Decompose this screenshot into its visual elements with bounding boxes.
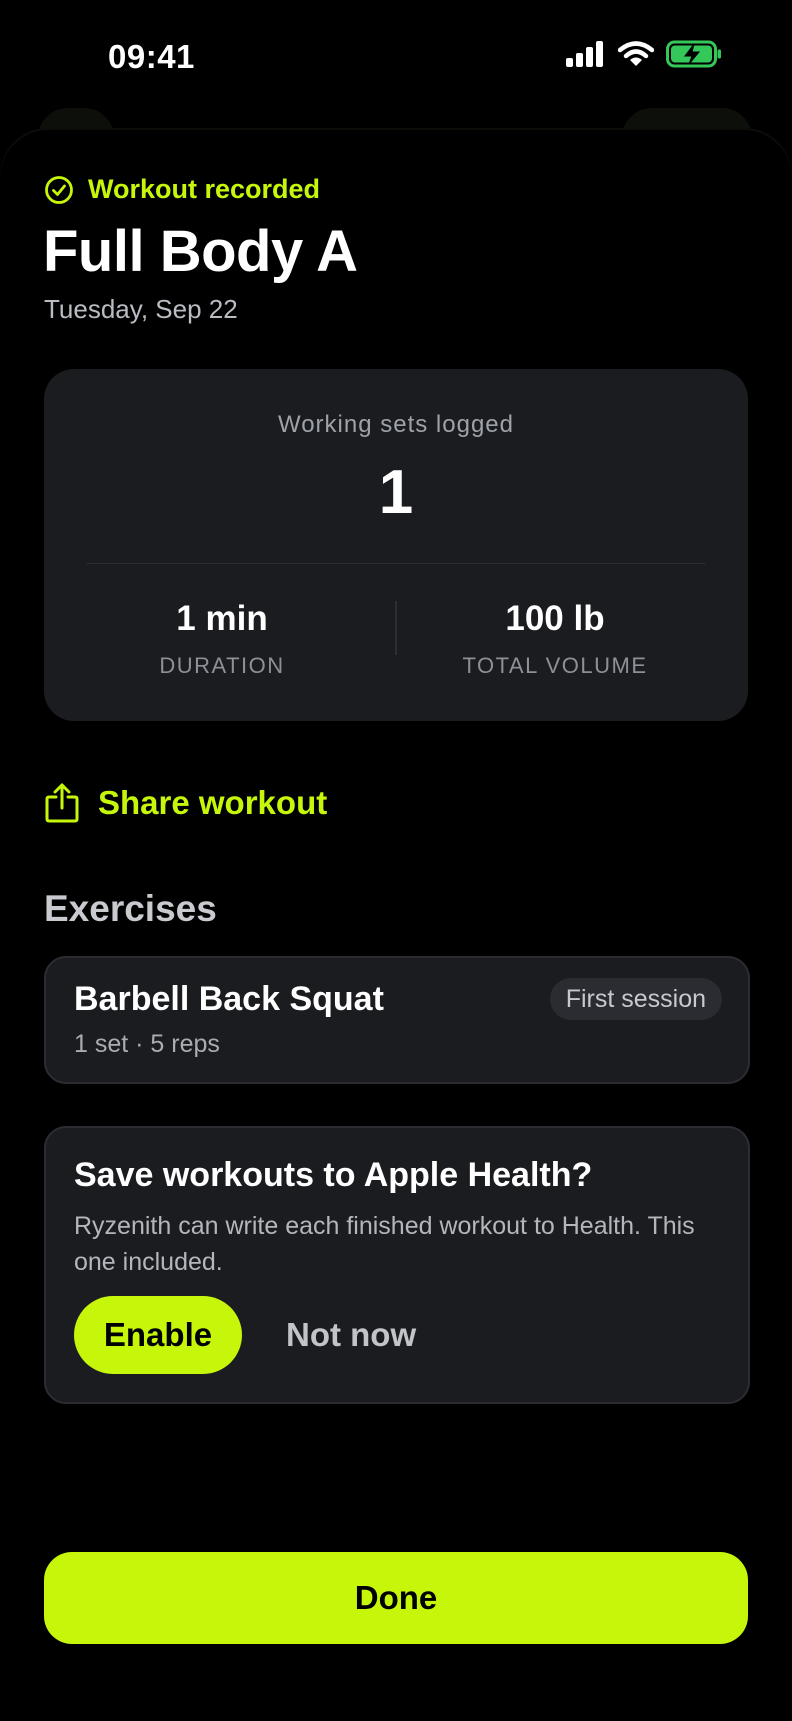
volume-value: 100 lb	[505, 599, 605, 638]
enable-button[interactable]: Enable	[74, 1296, 242, 1374]
battery-charging-icon	[666, 40, 721, 68]
workout-recorded-label: Workout recorded	[88, 174, 321, 204]
duration-stat: 1 min DURATION	[97, 599, 347, 679]
wifi-icon	[618, 41, 654, 66]
sets-logged-caption: Working sets logged	[277, 411, 514, 438]
status-time: 09:41	[108, 38, 195, 75]
workout-date: Tuesday, Sep 22	[44, 294, 238, 324]
exercises-heading: Exercises	[44, 888, 217, 929]
health-prompt-description: Ryzenith can write each finished workout…	[74, 1212, 695, 1276]
volume-label: TOTAL VOLUME	[462, 653, 648, 678]
health-prompt-title: Save workouts to Apple Health?	[74, 1156, 593, 1194]
share-icon	[45, 783, 79, 823]
exercise-card[interactable]: Barbell Back Squat 1 set · 5 reps First …	[44, 956, 750, 1084]
duration-value: 1 min	[176, 599, 268, 638]
apple-health-prompt-card: Save workouts to Apple Health? Ryzenith …	[44, 1126, 750, 1404]
first-session-badge: First session	[549, 978, 722, 1020]
not-now-button[interactable]: Not now	[286, 1296, 416, 1374]
status-icons	[566, 40, 722, 68]
workout-recorded-indicator: Workout recorded	[44, 174, 320, 205]
summary-divider	[86, 563, 706, 564]
share-workout-label: Share workout	[98, 784, 328, 821]
sets-logged-value: 1	[378, 458, 414, 527]
cellular-signal-icon	[566, 41, 603, 67]
exercise-meta: 1 set · 5 reps	[74, 1030, 220, 1058]
share-workout-button[interactable]: Share workout	[44, 782, 327, 824]
exercise-name: Barbell Back Squat	[74, 980, 384, 1018]
done-button[interactable]: Done	[44, 1552, 748, 1644]
status-bar: 09:41	[0, 0, 792, 120]
duration-label: DURATION	[159, 653, 285, 678]
volume-stat: 100 lb TOTAL VOLUME	[430, 599, 680, 679]
stat-divider	[395, 601, 397, 655]
summary-card: Working sets logged 1 1 min DURATION 100…	[44, 369, 748, 721]
workout-title: Full Body A	[43, 219, 358, 284]
check-circle-icon	[45, 175, 73, 204]
